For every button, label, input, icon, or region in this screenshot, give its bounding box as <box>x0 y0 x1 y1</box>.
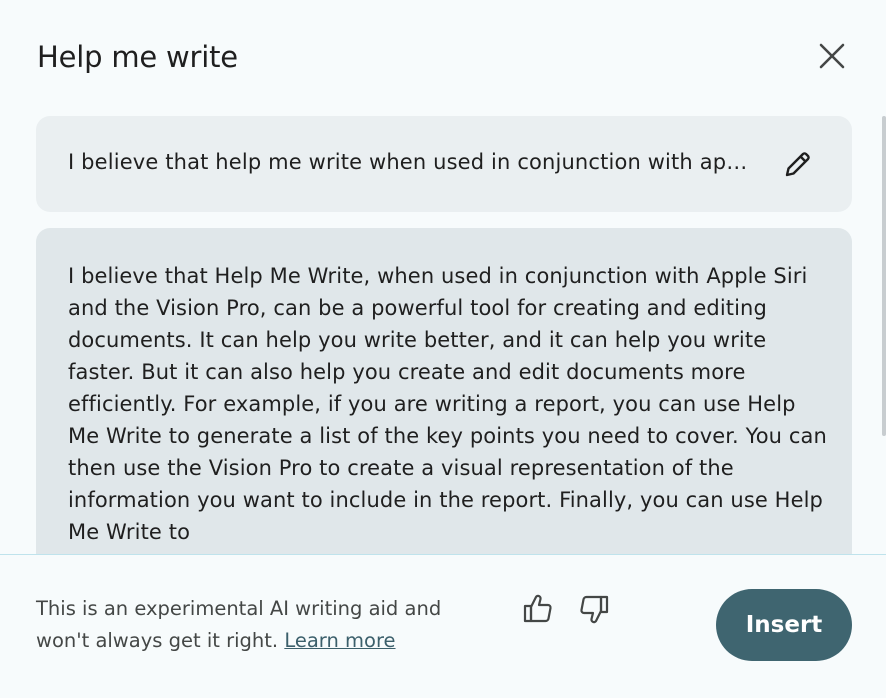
thumb-down-button[interactable] <box>576 591 612 627</box>
disclaimer: This is an experimental AI writing aid a… <box>36 593 496 657</box>
edit-prompt-button[interactable] <box>778 144 818 184</box>
prompt-box[interactable]: I believe that help me write when used i… <box>36 116 852 212</box>
dialog-footer: This is an experimental AI writing aid a… <box>0 554 886 698</box>
thumb-down-icon <box>580 595 609 624</box>
help-me-write-dialog: Help me write I believe that help me wri… <box>0 0 886 698</box>
dialog-title: Help me write <box>37 40 238 74</box>
learn-more-link[interactable]: Learn more <box>284 629 395 652</box>
close-button[interactable] <box>810 34 854 78</box>
scrollbar[interactable] <box>882 116 886 436</box>
insert-button[interactable]: Insert <box>716 589 852 661</box>
thumb-up-button[interactable] <box>520 591 556 627</box>
thumb-up-icon <box>523 594 552 623</box>
prompt-text: I believe that help me write when used i… <box>68 150 748 174</box>
close-icon <box>819 43 845 69</box>
response-text: I believe that Help Me Write, when used … <box>68 264 827 544</box>
pencil-icon <box>785 152 810 177</box>
response-box[interactable]: I believe that Help Me Write, when used … <box>36 228 852 588</box>
